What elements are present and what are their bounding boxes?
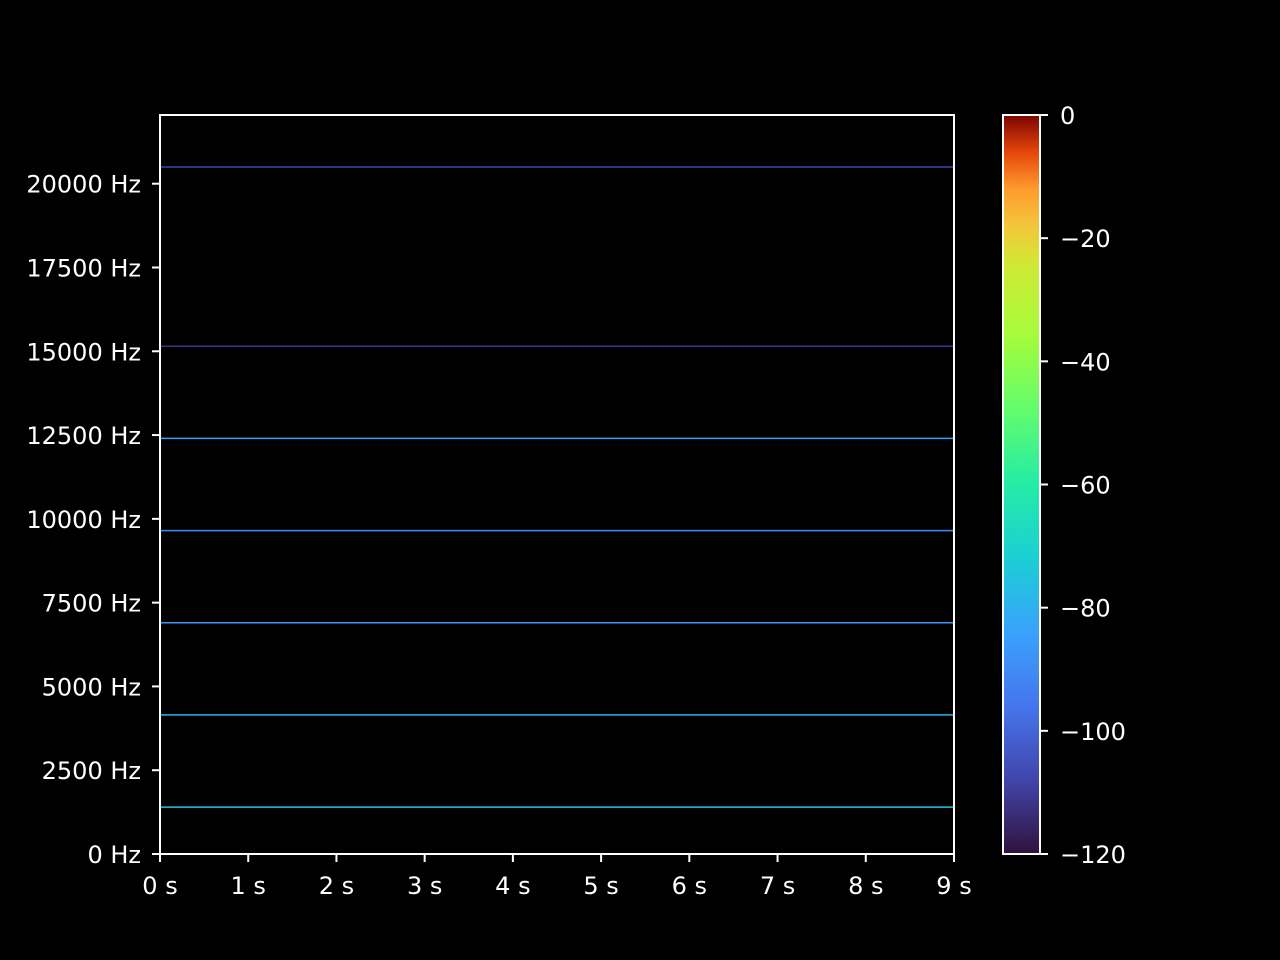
y-tick-label: 12500 Hz: [26, 422, 141, 450]
colorbar-tick-label: −60: [1060, 472, 1111, 500]
colorbar-tick-label: −80: [1060, 595, 1111, 623]
x-tick-label: 4 s: [495, 872, 530, 900]
x-tick-label: 1 s: [231, 872, 266, 900]
y-tick-label: 17500 Hz: [26, 254, 141, 282]
x-tick-label: 5 s: [583, 872, 618, 900]
x-axis: 0 s 1 s 2 s 3 s 4 s 5 s 6 s 7 s 8 s 9 s: [142, 854, 972, 900]
spectrogram-chart: 0 s 1 s 2 s 3 s 4 s 5 s 6 s 7 s 8 s 9 s 0 Hz 2500 …: [26, 102, 1126, 900]
x-tick-label: 3 s: [407, 872, 442, 900]
plot-area: [160, 115, 954, 854]
x-tick-label: 0 s: [142, 872, 177, 900]
y-tick-label: 7500 Hz: [42, 590, 141, 618]
x-tick-label: 8 s: [848, 872, 883, 900]
y-tick-label: 5000 Hz: [42, 673, 141, 701]
y-axis: 0 Hz 2500 Hz 5000 Hz 7500 Hz 10000 Hz 12500 H…: [26, 171, 160, 869]
x-tick-label: 2 s: [319, 872, 354, 900]
colorbar-tick-label: −20: [1060, 225, 1111, 253]
y-tick-label: 20000 Hz: [26, 171, 141, 199]
colorbar-axis: 0 −20 −40 −60 −80 −100 −120: [1040, 102, 1126, 869]
y-tick-label: 10000 Hz: [26, 506, 141, 534]
x-tick-label: 6 s: [672, 872, 707, 900]
colorbar-tick-label: −40: [1060, 348, 1111, 376]
colorbar-tick-label: −120: [1060, 841, 1126, 869]
colorbar-tick-label: −100: [1060, 718, 1126, 746]
y-tick-label: 0 Hz: [87, 841, 141, 869]
x-tick-label: 7 s: [760, 872, 795, 900]
colorbar: [1002, 114, 1041, 855]
y-tick-label: 2500 Hz: [42, 757, 141, 785]
x-tick-label: 9 s: [936, 872, 971, 900]
y-tick-label: 15000 Hz: [26, 338, 141, 366]
colorbar-tick-label: 0: [1060, 102, 1075, 130]
